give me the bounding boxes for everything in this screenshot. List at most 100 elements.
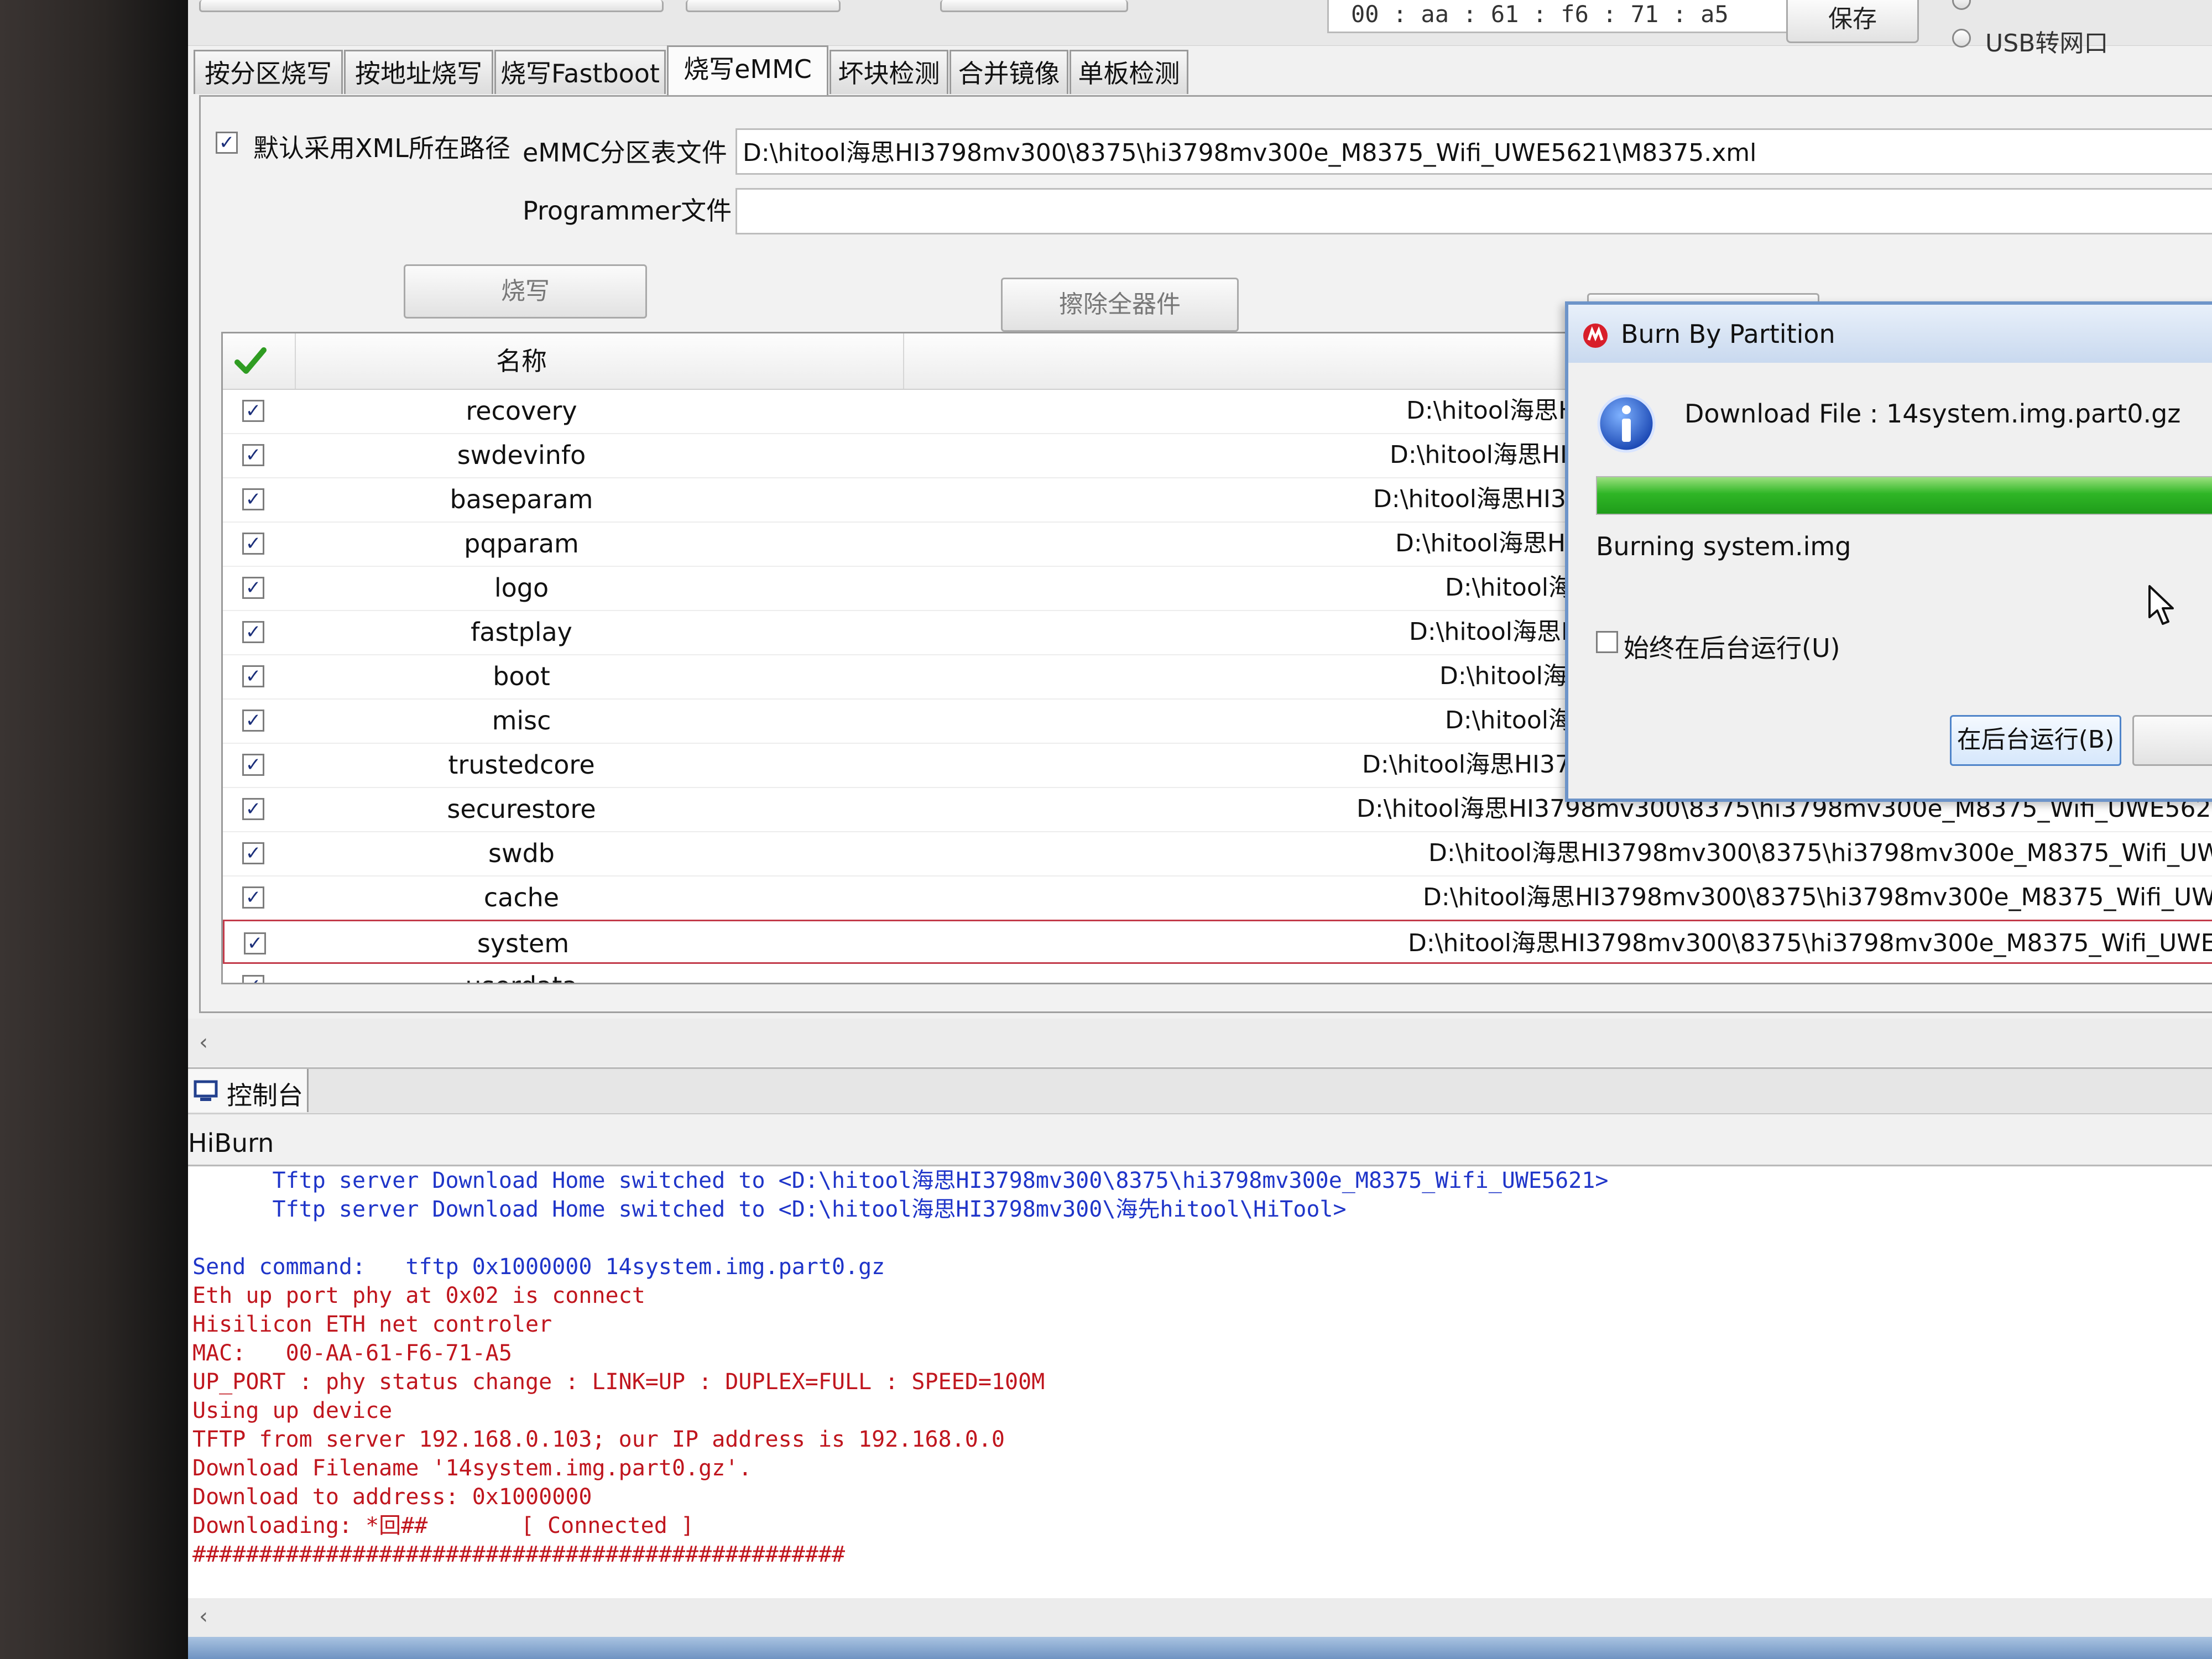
partition-file-field[interactable]: D:\hitool海思HI3798mv300\8375\hi3798mv300e… xyxy=(735,128,2212,175)
console-line: Tftp server Download Home switched to <D… xyxy=(192,1197,1347,1222)
check-icon: ✓ xyxy=(247,932,263,954)
default-xml-path-checkbox[interactable]: ✓ xyxy=(216,132,238,154)
console-line: Downloading: *回## [ Connected ] xyxy=(192,1513,694,1538)
top-button-mid[interactable] xyxy=(686,0,841,12)
burn-progress-bar xyxy=(1596,476,2212,515)
column-divider xyxy=(295,333,296,389)
row-checkbox[interactable]: ✓ xyxy=(242,444,264,466)
tab-board-check[interactable]: 单板检测 xyxy=(1070,50,1188,94)
monitor-bezel xyxy=(0,0,188,1659)
check-icon: ✓ xyxy=(245,400,262,422)
run-background-button[interactable]: 在后台运行(B) xyxy=(1950,715,2121,766)
check-icon: ✓ xyxy=(245,488,262,510)
mac-address-field[interactable]: 00 : aa : 61 : f6 : 71 : a5 xyxy=(1327,0,1797,33)
row-checkbox[interactable]: ✓ xyxy=(242,488,264,510)
dialog-title-bar[interactable]: Burn By Partition xyxy=(1568,305,2212,363)
default-xml-path-label: 默认采用XML所在路径 xyxy=(253,133,510,163)
partition-name: pqparam xyxy=(464,529,579,559)
check-icon: ✓ xyxy=(245,709,262,732)
row-checkbox[interactable]: ✓ xyxy=(242,709,264,732)
row-checkbox[interactable]: ✓ xyxy=(242,577,264,599)
tab-console[interactable]: 控制台 xyxy=(188,1069,309,1112)
check-icon: ✓ xyxy=(245,665,262,687)
programmer-file-field[interactable] xyxy=(735,188,2212,234)
scroll-left-icon[interactable]: ‹ xyxy=(199,1604,208,1629)
check-icon: ✓ xyxy=(245,798,262,820)
partition-path: D:\hitool海思HI3798mv300\8375\hi3798mv300e… xyxy=(1408,929,2212,957)
partition-name: fastplay xyxy=(471,617,572,647)
save-button[interactable]: 保存 xyxy=(1786,0,1919,43)
table-row[interactable]: ✓ swdb D:\hitool海思HI3798mv300\8375\hi3798m… xyxy=(223,831,2212,877)
console-line: Hisilicon ETH net controler xyxy=(192,1312,552,1337)
tab-label: 坏块检测 xyxy=(838,59,940,88)
always-background-checkbox[interactable] xyxy=(1596,631,1618,653)
horizontal-scrollbar[interactable]: ‹ xyxy=(188,1019,2212,1066)
tab-label: 单板检测 xyxy=(1078,59,1180,88)
check-icon: ✓ xyxy=(246,975,262,983)
tab-partition-burn[interactable]: 按分区烧写 xyxy=(194,50,343,94)
console-line: TFTP from server 192.168.0.103; our IP a… xyxy=(192,1427,1005,1452)
partition-name: trustedcore xyxy=(448,750,595,780)
check-icon: ✓ xyxy=(218,132,235,154)
console-output[interactable]: Tftp server Download Home switched to <D… xyxy=(188,1167,2212,1598)
download-file-text: Download File : 14system.img.part0.gz xyxy=(1684,399,2181,429)
partition-name: userdata xyxy=(300,964,743,983)
row-checkbox[interactable]: ✓ xyxy=(242,533,264,555)
partition-name: misc xyxy=(492,706,551,735)
console-line: ########################################… xyxy=(192,1542,846,1567)
tab-label: 烧写eMMC xyxy=(684,54,812,84)
tab-bad-block-check[interactable]: 坏块检测 xyxy=(830,50,948,94)
table-row[interactable]: ✓ cache D:\hitool海思HI3798mv300\8375\hi3798… xyxy=(223,875,2212,921)
top-button-right[interactable] xyxy=(940,0,1128,12)
row-checkbox[interactable]: ✓ xyxy=(242,665,264,687)
top-button-left[interactable] xyxy=(199,0,664,12)
console-scrollbar[interactable]: ‹ xyxy=(188,1598,2212,1637)
info-icon xyxy=(1597,394,1656,453)
partition-file-label: eMMC分区表文件 xyxy=(523,138,727,168)
console-line: Download Filename '14system.img.part0.gz… xyxy=(192,1455,752,1481)
row-checkbox[interactable]: ✓ xyxy=(242,621,264,643)
row-checkbox[interactable]: ✓ xyxy=(242,798,264,820)
cursor-icon xyxy=(2148,585,2174,625)
row-checkbox[interactable]: ✓ xyxy=(244,932,266,954)
console-icon xyxy=(194,1080,218,1101)
table-row[interactable]: ✓ userdata xyxy=(223,964,2212,983)
scroll-left-icon[interactable]: ‹ xyxy=(199,1030,208,1055)
tab-fastboot-burn[interactable]: 烧写Fastboot xyxy=(494,50,666,94)
app-icon xyxy=(1583,324,1608,348)
tab-label: 烧写Fastboot xyxy=(500,59,660,88)
burn-dialog: Burn By Partition Download File : 14syst… xyxy=(1565,301,2212,802)
row-checkbox[interactable]: ✓ xyxy=(242,754,264,776)
always-background-label: 始终在后台运行(U) xyxy=(1624,633,1840,663)
cancel-button[interactable] xyxy=(2132,715,2212,766)
partition-name: logo xyxy=(494,573,549,603)
console-tab-label: 控制台 xyxy=(227,1081,303,1110)
console-line: Download to address: 0x1000000 xyxy=(192,1484,592,1510)
name-column-header: 名称 xyxy=(496,346,547,376)
check-icon: ✓ xyxy=(245,621,262,643)
burn-button[interactable]: 烧写 xyxy=(404,264,647,319)
console-line: UP_PORT : phy status change : LINK=UP : … xyxy=(192,1369,1045,1395)
partition-path: D:\hitool海思HI3798mv300\8375\hi3798mv300e… xyxy=(1428,839,2212,867)
check-icon: ✓ xyxy=(245,842,262,864)
tab-address-burn[interactable]: 按地址烧写 xyxy=(344,50,493,94)
hiburn-window: 00 : aa : 61 : f6 : 71 : a5 保存 USB转网口 按分… xyxy=(188,0,2212,1659)
erase-all-button[interactable]: 擦除全器件 xyxy=(1001,278,1239,332)
usb-label: USB转网口 xyxy=(1985,29,2109,58)
row-checkbox[interactable]: ✓ xyxy=(242,400,264,422)
row-checkbox[interactable]: ✓ xyxy=(242,975,264,983)
check-icon: ✓ xyxy=(245,577,262,599)
row-checkbox[interactable]: ✓ xyxy=(242,842,264,864)
check-icon[interactable] xyxy=(234,345,267,378)
tab-merge-image[interactable]: 合并镜像 xyxy=(950,50,1068,94)
row-checkbox[interactable]: ✓ xyxy=(242,886,264,909)
tab-label: 按分区烧写 xyxy=(205,59,332,88)
usb-radio[interactable] xyxy=(1952,29,1971,48)
table-row[interactable]: ✓ system D:\hitool海思HI3798mv300\8375\hi379… xyxy=(223,920,2212,964)
console-divider xyxy=(188,1165,2212,1166)
programmer-file-label: Programmer文件 xyxy=(523,196,732,226)
tab-label: 按地址烧写 xyxy=(355,59,482,88)
check-icon: ✓ xyxy=(245,533,262,555)
network-radio[interactable] xyxy=(1952,0,1971,10)
tab-emmc-burn[interactable]: 烧写eMMC xyxy=(667,45,828,97)
